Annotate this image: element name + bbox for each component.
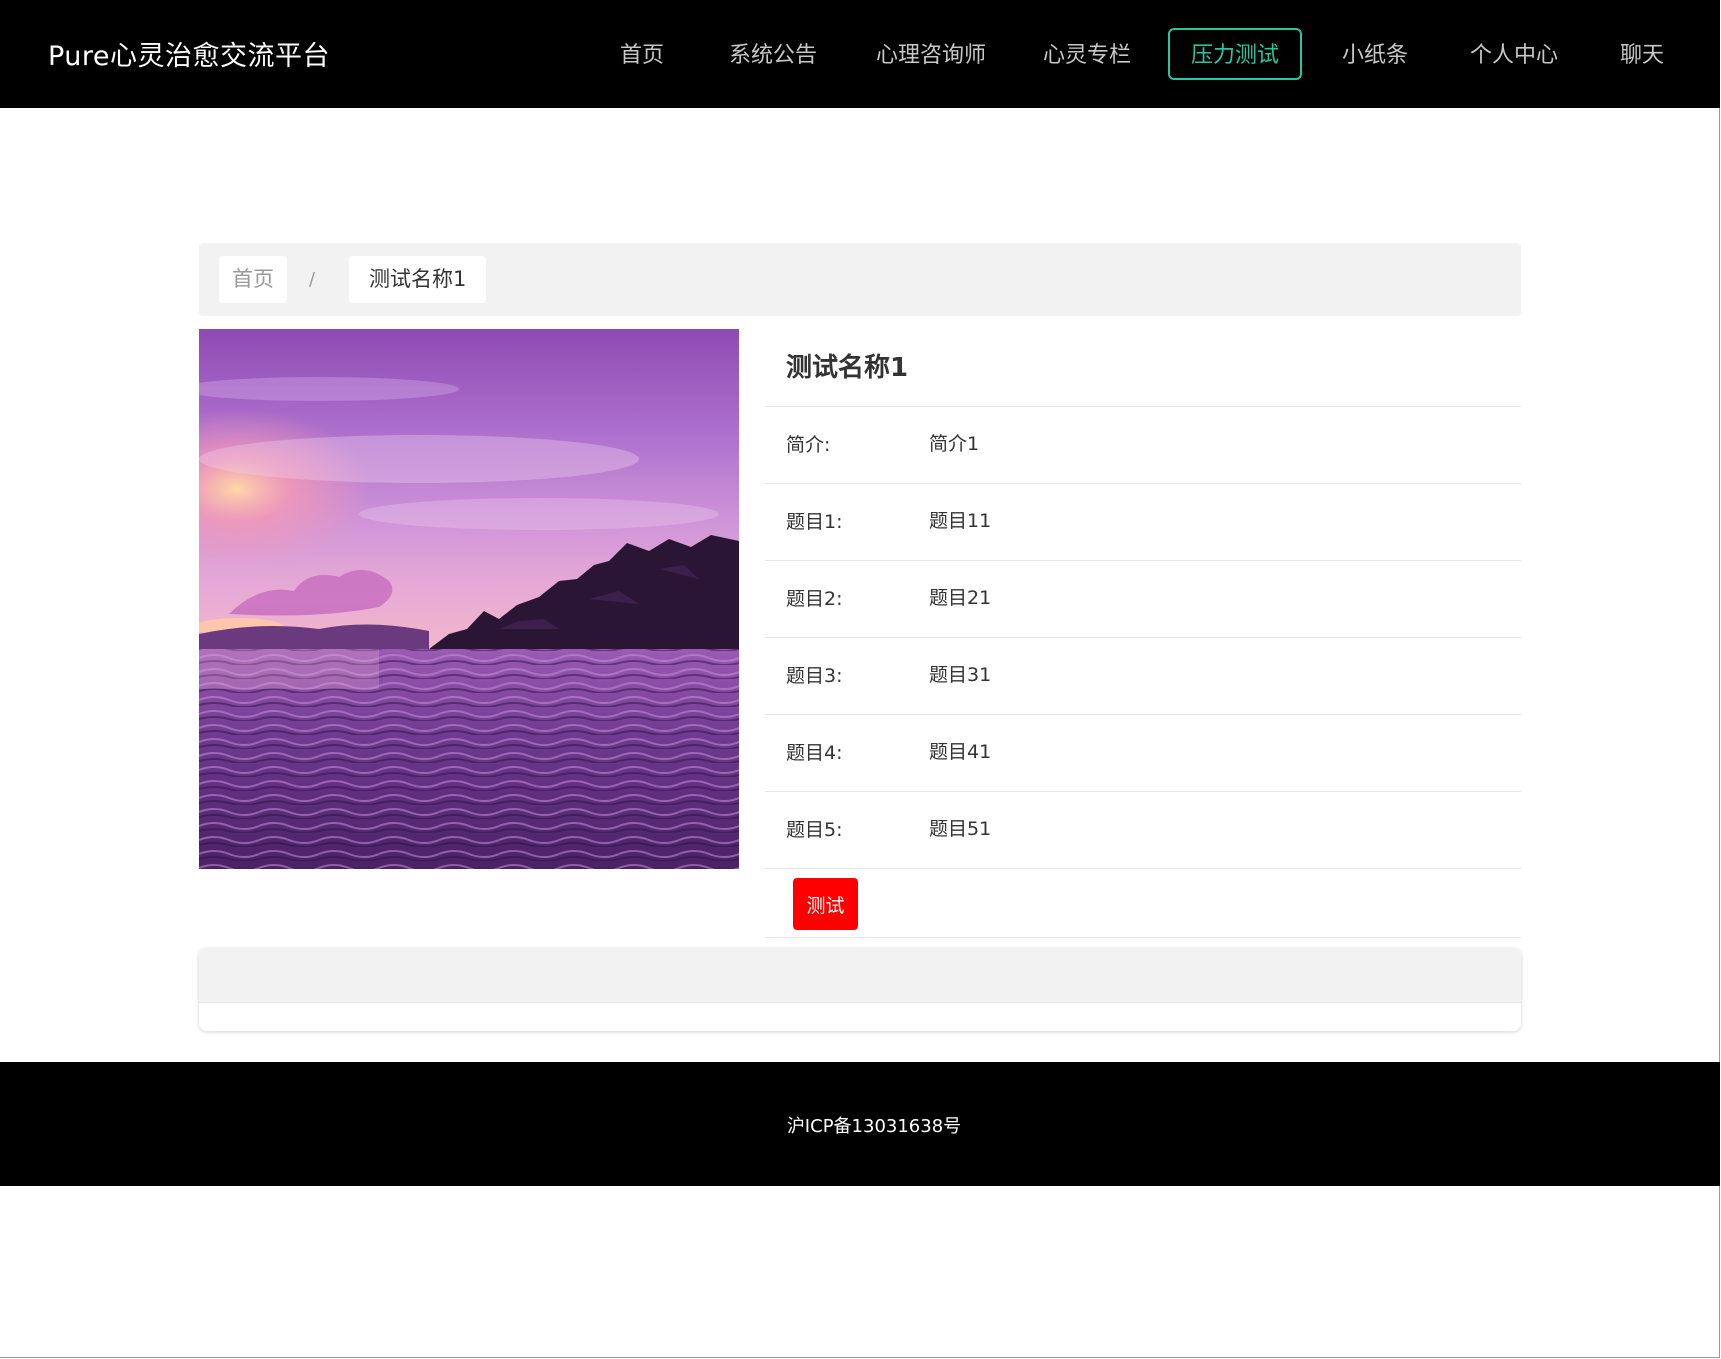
action-row: 测试: [765, 869, 1521, 938]
detail-value: 题目11: [929, 510, 992, 532]
detail-row-question-4: 题目4: 题目41: [765, 715, 1521, 792]
detail-value: 简介1: [929, 433, 980, 455]
nav-item-home[interactable]: 首页: [606, 28, 678, 80]
nav-item-notes[interactable]: 小纸条: [1330, 28, 1420, 80]
top-header: Pure心灵治愈交流平台 首页 系统公告 心理咨询师 心灵专栏 压力测试 小纸条…: [0, 0, 1720, 108]
nav-item-stress-test[interactable]: 压力测试: [1168, 28, 1302, 80]
breadcrumb-separator: /: [309, 269, 316, 290]
nav-item-counselors[interactable]: 心理咨询师: [869, 28, 993, 80]
nav-item-chat[interactable]: 聊天: [1607, 28, 1677, 80]
detail-value: 题目31: [929, 664, 992, 686]
detail-label: 题目1:: [786, 511, 843, 533]
detail-row-question-1: 题目1: 题目11: [765, 484, 1521, 561]
test-detail-panel: 测试名称1 简介: 简介1 题目1: 题目11 题目2: 题目21 题目3: 题…: [765, 329, 1521, 938]
detail-value: 题目51: [929, 818, 992, 840]
nav-item-column[interactable]: 心灵专栏: [1031, 28, 1143, 80]
detail-value: 题目41: [929, 741, 992, 763]
test-title: 测试名称1: [765, 329, 1521, 407]
detail-value: 题目21: [929, 587, 992, 609]
site-footer: 沪ICP备13031638号: [0, 1062, 1720, 1186]
detail-row-intro: 简介: 简介1: [765, 407, 1521, 484]
nav-item-profile[interactable]: 个人中心: [1458, 28, 1570, 80]
detail-row-question-5: 题目5: 题目51: [765, 792, 1521, 869]
detail-label: 简介:: [786, 434, 831, 456]
main-nav: 首页 系统公告 心理咨询师 心灵专栏 压力测试 小纸条 个人中心 聊天: [0, 0, 1720, 108]
empty-card: [199, 948, 1521, 1031]
detail-label: 题目3:: [786, 665, 843, 687]
icp-record: 沪ICP备13031638号: [786, 1116, 962, 1137]
empty-card-header: [199, 948, 1521, 1003]
test-cover-image: [199, 329, 739, 869]
detail-label: 题目2:: [786, 588, 843, 610]
breadcrumb-current: 测试名称1: [349, 256, 487, 303]
detail-label: 题目4:: [786, 742, 843, 764]
start-test-button[interactable]: 测试: [793, 878, 858, 930]
detail-row-question-3: 题目3: 题目31: [765, 638, 1521, 715]
page-frame: Pure心灵治愈交流平台 首页 系统公告 心理咨询师 心灵专栏 压力测试 小纸条…: [0, 0, 1720, 1358]
detail-label: 题目5:: [786, 819, 843, 841]
breadcrumb: 首页 / 测试名称1: [199, 243, 1521, 316]
detail-row-question-2: 题目2: 题目21: [765, 561, 1521, 638]
nav-item-announcements[interactable]: 系统公告: [717, 28, 829, 80]
breadcrumb-home[interactable]: 首页: [219, 256, 287, 303]
